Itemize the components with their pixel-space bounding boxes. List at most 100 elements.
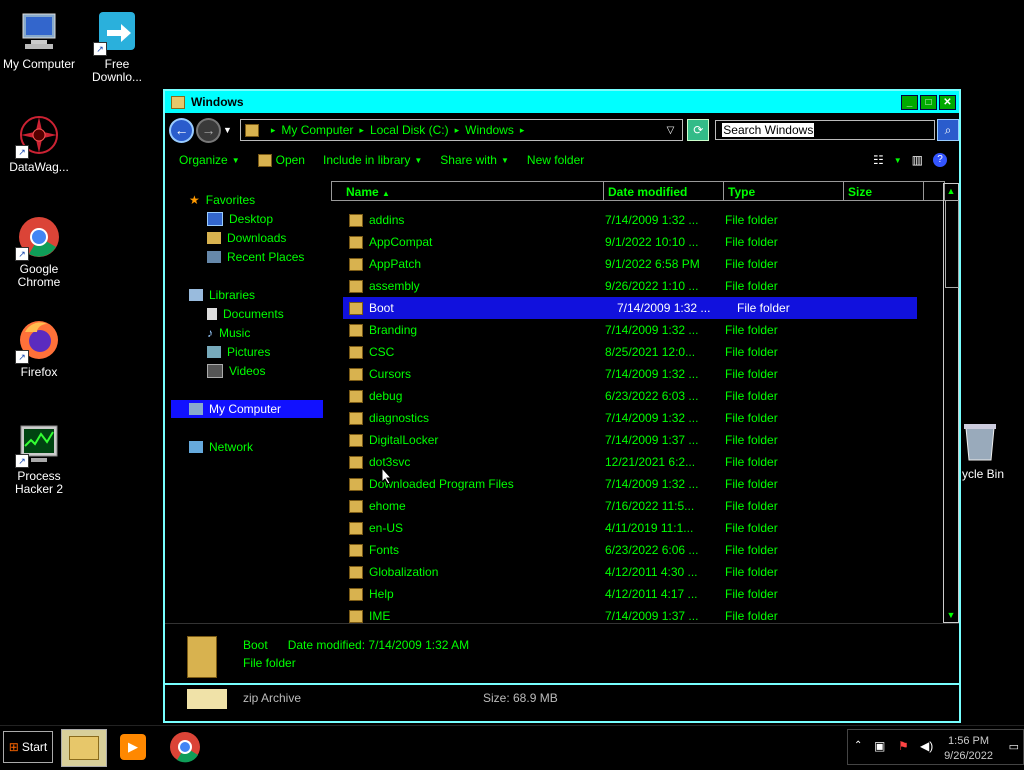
include-in-library-button[interactable]: Include in library ▼	[323, 153, 422, 167]
file-row[interactable]: Fonts 6/23/2022 6:06 ... File folder	[331, 539, 931, 561]
file-date: 7/14/2009 1:32 ...	[605, 477, 699, 491]
file-name: diagnostics	[369, 411, 430, 425]
file-row[interactable]: Globalization 4/12/2011 4:30 ... File fold…	[331, 561, 931, 583]
scroll-down-icon[interactable]: ▼	[944, 608, 958, 622]
file-row[interactable]: Boot 7/14/2009 1:32 ... File folder	[343, 297, 917, 319]
file-row[interactable]: Downloaded Program Files 7/14/2009 1:32 .…	[331, 473, 931, 495]
desktop-icon-label: Process Hacker 2	[14, 469, 64, 496]
file-row[interactable]: DigitalLocker 7/14/2009 1:37 ... File fold…	[331, 429, 931, 451]
nav-videos[interactable]: Videos	[207, 362, 265, 380]
music-icon: ♪	[207, 326, 213, 340]
file-name: AppPatch	[369, 257, 422, 271]
explorer-window[interactable]: Windows _ □ ✕ ← → ▼ ▸ My Computer ▸ Loca…	[163, 89, 961, 723]
nav-network[interactable]: Network	[189, 438, 253, 456]
folder-icon	[349, 455, 363, 469]
start-button[interactable]: ⊞ Start	[3, 731, 53, 763]
command-bar: Organize ▼ Open Include in library ▼ Share…	[165, 147, 959, 173]
nav-desktop[interactable]: Desktop	[207, 210, 273, 228]
search-icon[interactable]: ⌕	[937, 119, 959, 141]
folder-icon	[349, 389, 363, 403]
back-button[interactable]: ←	[169, 117, 194, 143]
nav-favorites[interactable]: ★ Favorites	[189, 191, 255, 209]
file-row[interactable]: diagnostics 7/14/2009 1:32 ... File folder	[331, 407, 931, 429]
nav-pictures[interactable]: Pictures	[207, 343, 270, 361]
scroll-thumb[interactable]	[945, 200, 959, 288]
desktop-icon-google-chrome[interactable]: ↗ Google Chrome	[0, 215, 78, 289]
file-row[interactable]: Cursors 7/14/2009 1:32 ... File folder	[331, 363, 931, 385]
file-name: Globalization	[369, 565, 439, 579]
chevron-right-icon[interactable]: ▸	[455, 125, 460, 136]
desktop-icon-label: My Computer	[2, 57, 76, 71]
network-tray-icon[interactable]: ▣	[874, 739, 885, 753]
file-type: File folder	[725, 279, 778, 293]
file-type: File folder	[725, 543, 778, 557]
chevron-right-icon[interactable]: ▸	[271, 125, 276, 136]
organize-button[interactable]: Organize ▼	[179, 153, 240, 167]
file-row[interactable]: ehome 7/16/2022 11:5... File folder	[331, 495, 931, 517]
show-hidden-icons-icon[interactable]: ⌃	[854, 740, 862, 751]
clock[interactable]: 1:56 PM 9/26/2022	[944, 734, 993, 764]
taskbar-explorer[interactable]	[61, 729, 107, 767]
breadcrumb-local-disk[interactable]: Local Disk (C:)	[370, 123, 449, 137]
preview-pane-icon[interactable]: ▥	[912, 153, 923, 167]
file-row[interactable]: addins 7/14/2009 1:32 ... File folder	[331, 209, 931, 231]
taskbar-media-player[interactable]: ▶	[111, 729, 155, 765]
file-row[interactable]: en-US 4/11/2019 11:1... File folder	[331, 517, 931, 539]
views-icon[interactable]: ☷	[873, 153, 884, 167]
nav-downloads[interactable]: Downloads	[207, 229, 286, 247]
column-name[interactable]: Name ▲	[331, 181, 603, 201]
forward-button[interactable]: →	[195, 117, 221, 143]
share-with-button[interactable]: Share with ▼	[440, 153, 509, 167]
minimize-button[interactable]: _	[901, 94, 918, 110]
nav-my-computer[interactable]: My Computer	[171, 400, 323, 418]
open-button[interactable]: Open	[257, 153, 305, 167]
nav-recent-places[interactable]: Recent Places	[207, 248, 304, 266]
refresh-button[interactable]: ⟳	[687, 119, 710, 141]
nav-documents[interactable]: Documents	[207, 305, 284, 323]
file-row[interactable]: Branding 7/14/2009 1:32 ... File folder	[331, 319, 931, 341]
file-name: AppCompat	[369, 235, 433, 249]
breadcrumb-windows[interactable]: Windows	[465, 123, 514, 137]
show-desktop-button[interactable]: ▭	[1009, 740, 1019, 753]
chevron-right-icon[interactable]: ▸	[520, 125, 525, 136]
search-input[interactable]: Search Windows	[715, 120, 936, 140]
file-row[interactable]: dot3svc 12/21/2021 6:2... File folder	[331, 451, 931, 473]
file-row[interactable]: AppCompat 9/1/2022 10:10 ... File folder	[331, 231, 931, 253]
file-row[interactable]: CSC 8/25/2021 12:0... File folder	[331, 341, 931, 363]
scroll-up-icon[interactable]: ▲	[944, 184, 958, 198]
address-bar[interactable]: ▸ My Computer ▸ Local Disk (C:) ▸ Window…	[239, 119, 684, 141]
action-center-flag-icon[interactable]: ⚑	[898, 739, 909, 753]
new-folder-button[interactable]: New folder	[527, 153, 584, 167]
vertical-scrollbar[interactable]: ▲ ▼	[943, 183, 959, 623]
views-dropdown-icon[interactable]: ▼	[894, 156, 902, 165]
file-type: File folder	[725, 587, 778, 601]
file-row[interactable]: assembly 9/26/2022 1:10 ... File folder	[331, 275, 931, 297]
desktop-icon-my-computer[interactable]: My Computer	[0, 10, 78, 71]
breadcrumb-my-computer[interactable]: My Computer	[281, 123, 353, 137]
column-type[interactable]: Type	[723, 181, 843, 201]
file-date: 7/14/2009 1:37 ...	[605, 433, 699, 447]
recent-pages-dropdown-icon[interactable]: ▼	[223, 125, 232, 135]
help-icon[interactable]: ?	[933, 153, 947, 167]
nav-music[interactable]: ♪ Music	[207, 324, 250, 342]
maximize-button[interactable]: □	[920, 94, 937, 110]
desktop-icon-process-hacker[interactable]: ↗ Process Hacker 2	[0, 422, 78, 496]
column-date-modified[interactable]: Date modified	[603, 181, 723, 201]
desktop-icon-datawag[interactable]: ↗ DataWag...	[0, 113, 78, 174]
file-row[interactable]: Help 4/12/2011 4:17 ... File folder	[331, 583, 931, 605]
nav-libraries[interactable]: Libraries	[189, 286, 255, 304]
address-dropdown-icon[interactable]: ▽	[667, 125, 675, 136]
desktop-icon-firefox[interactable]: ↗ Firefox	[0, 318, 78, 379]
title-bar[interactable]: Windows _ □ ✕	[165, 91, 959, 113]
file-row[interactable]: debug 6/23/2022 6:03 ... File folder	[331, 385, 931, 407]
desktop-icon-recycle-bin[interactable]: ycle Bin	[958, 420, 1024, 481]
videos-icon	[207, 364, 223, 378]
volume-icon[interactable]: ◀)	[920, 739, 933, 753]
desktop-icon-free-download[interactable]: ↗ Free Downlo...	[78, 10, 156, 84]
file-row[interactable]: AppPatch 9/1/2022 6:58 PM File folder	[331, 253, 931, 275]
close-button[interactable]: ✕	[939, 94, 956, 110]
chevron-right-icon[interactable]: ▸	[359, 125, 364, 136]
taskbar-chrome[interactable]	[163, 729, 207, 765]
network-icon	[189, 441, 203, 453]
column-size[interactable]: Size	[843, 181, 923, 201]
